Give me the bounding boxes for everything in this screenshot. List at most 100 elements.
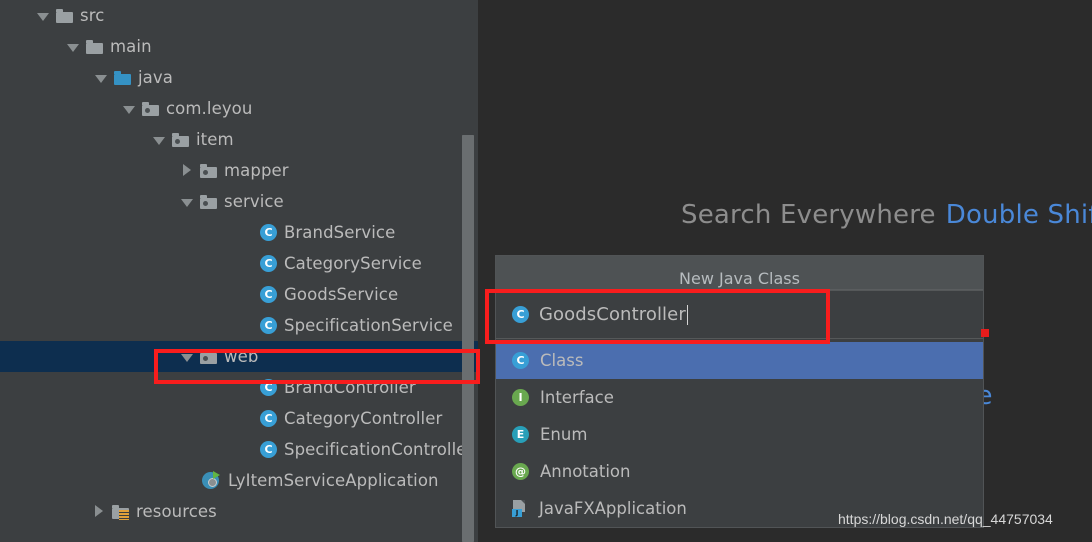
package-icon [200, 163, 217, 178]
tree-row-label: java [138, 68, 173, 87]
chevron-down-icon[interactable] [36, 9, 50, 23]
tree-row[interactable]: mapper [0, 155, 480, 186]
tree-row-label: CategoryService [284, 254, 422, 273]
class-kind-item[interactable]: @ Annotation [496, 453, 983, 490]
chevron-down-icon[interactable] [180, 195, 194, 209]
tree-row[interactable]: item [0, 124, 480, 155]
class-kind-label: Enum [540, 425, 588, 444]
tree-row-label: BrandController [284, 378, 416, 397]
new-java-class-popup[interactable]: New Java Class C GoodsController C Class I… [495, 255, 984, 528]
tree-row-label: mapper [224, 161, 289, 180]
class-kind-list[interactable]: C Class I Interface E Enum @ Annotation J JavaFXA… [496, 339, 983, 527]
package-icon [200, 349, 217, 364]
spring-boot-run-icon [202, 471, 221, 490]
chevron-down-icon[interactable] [180, 350, 194, 364]
watermark: https://blog.csdn.net/qq_44757034 [838, 511, 1053, 527]
class-icon: C [260, 224, 277, 241]
tree-row-label: src [80, 6, 105, 25]
tree-row[interactable]: src [0, 0, 480, 31]
tree-row[interactable]: java [0, 62, 480, 93]
tree-row[interactable]: C BrandController [0, 372, 480, 403]
class-kind-label: Annotation [540, 462, 631, 481]
folder-icon [86, 39, 103, 54]
class-icon: C [260, 410, 277, 427]
package-icon [142, 101, 159, 116]
tree-row-label: resources [136, 502, 217, 521]
class-icon: C [260, 255, 277, 272]
chevron-down-icon[interactable] [66, 40, 80, 54]
search-everywhere-shortcut: Double Shift [945, 200, 1092, 230]
class-icon: C [260, 286, 277, 303]
class-kind-label: JavaFXApplication [539, 499, 687, 518]
annotation-marker-dot [981, 329, 989, 337]
class-icon: C [260, 379, 277, 396]
tree-row-label: SpecificationService [284, 316, 453, 335]
tree-row-label: CategoryController [284, 409, 443, 428]
tree-row[interactable]: web [0, 341, 480, 372]
project-tree-panel[interactable]: src main java com.leyou item mapper service C Br… [0, 0, 480, 542]
enum-icon: E [512, 426, 529, 443]
class-icon: C [260, 441, 277, 458]
class-icon: C [512, 352, 529, 369]
folder-icon [56, 8, 73, 23]
search-everywhere-label: Search Everywhere [681, 200, 936, 230]
tree-row[interactable]: LyItemServiceApplication [0, 465, 480, 496]
search-everywhere-hint: Search Everywhere Double Shift [681, 200, 1092, 230]
class-kind-item[interactable]: C Class [496, 342, 983, 379]
tree-row[interactable]: C CategoryController [0, 403, 480, 434]
tree-row-label: service [224, 192, 284, 211]
class-kind-item[interactable]: E Enum [496, 416, 983, 453]
package-icon [200, 194, 217, 209]
tree-row[interactable]: service [0, 186, 480, 217]
tree-row[interactable]: com.leyou [0, 93, 480, 124]
interface-icon: I [512, 389, 529, 406]
resources-folder-icon [112, 504, 129, 520]
class-icon: C [260, 317, 277, 334]
source-folder-icon [114, 70, 131, 85]
tree-row-label: LyItemServiceApplication [228, 471, 439, 490]
tree-row-label: BrandService [284, 223, 396, 242]
chevron-down-icon[interactable] [152, 133, 166, 147]
chevron-down-icon[interactable] [122, 102, 136, 116]
class-kind-label: Class [540, 351, 584, 370]
class-name-input[interactable]: C GoodsController [496, 290, 983, 339]
tree-row-label: item [196, 130, 234, 149]
popup-title-bar: New Java Class [496, 256, 983, 290]
tree-row-label: GoodsService [284, 285, 399, 304]
tree-row[interactable]: C CategoryService [0, 248, 480, 279]
tree-scrollbar-thumb[interactable] [462, 135, 474, 542]
tree-row-label: com.leyou [166, 99, 253, 118]
class-kind-item[interactable]: I Interface [496, 379, 983, 416]
package-icon [172, 132, 189, 147]
popup-title: New Java Class [679, 269, 800, 288]
tree-panel-divider [478, 0, 480, 542]
chevron-right-icon[interactable] [180, 163, 194, 178]
tree-row-label: SpecificationController [284, 440, 474, 459]
text-caret [686, 304, 688, 325]
class-kind-label: Interface [540, 388, 614, 407]
tree-row[interactable]: C SpecificationService [0, 310, 480, 341]
tree-row[interactable]: main [0, 31, 480, 62]
tree-scrollbar-track[interactable] [462, 135, 474, 542]
annotation-icon: @ [512, 463, 529, 480]
class-icon: C [512, 306, 529, 323]
javafx-icon: J [512, 500, 528, 517]
tree-row-label: main [110, 37, 152, 56]
tree-row[interactable]: resources [0, 496, 480, 527]
chevron-right-icon[interactable] [92, 504, 106, 519]
tree-row[interactable]: C BrandService [0, 217, 480, 248]
tree-row-label: web [224, 347, 259, 366]
tree-row[interactable]: C SpecificationController [0, 434, 480, 465]
project-tree-rows[interactable]: src main java com.leyou item mapper service C Br… [0, 0, 480, 527]
class-name-value: GoodsController [539, 304, 686, 325]
tree-row[interactable]: C GoodsService [0, 279, 480, 310]
chevron-down-icon[interactable] [94, 71, 108, 85]
